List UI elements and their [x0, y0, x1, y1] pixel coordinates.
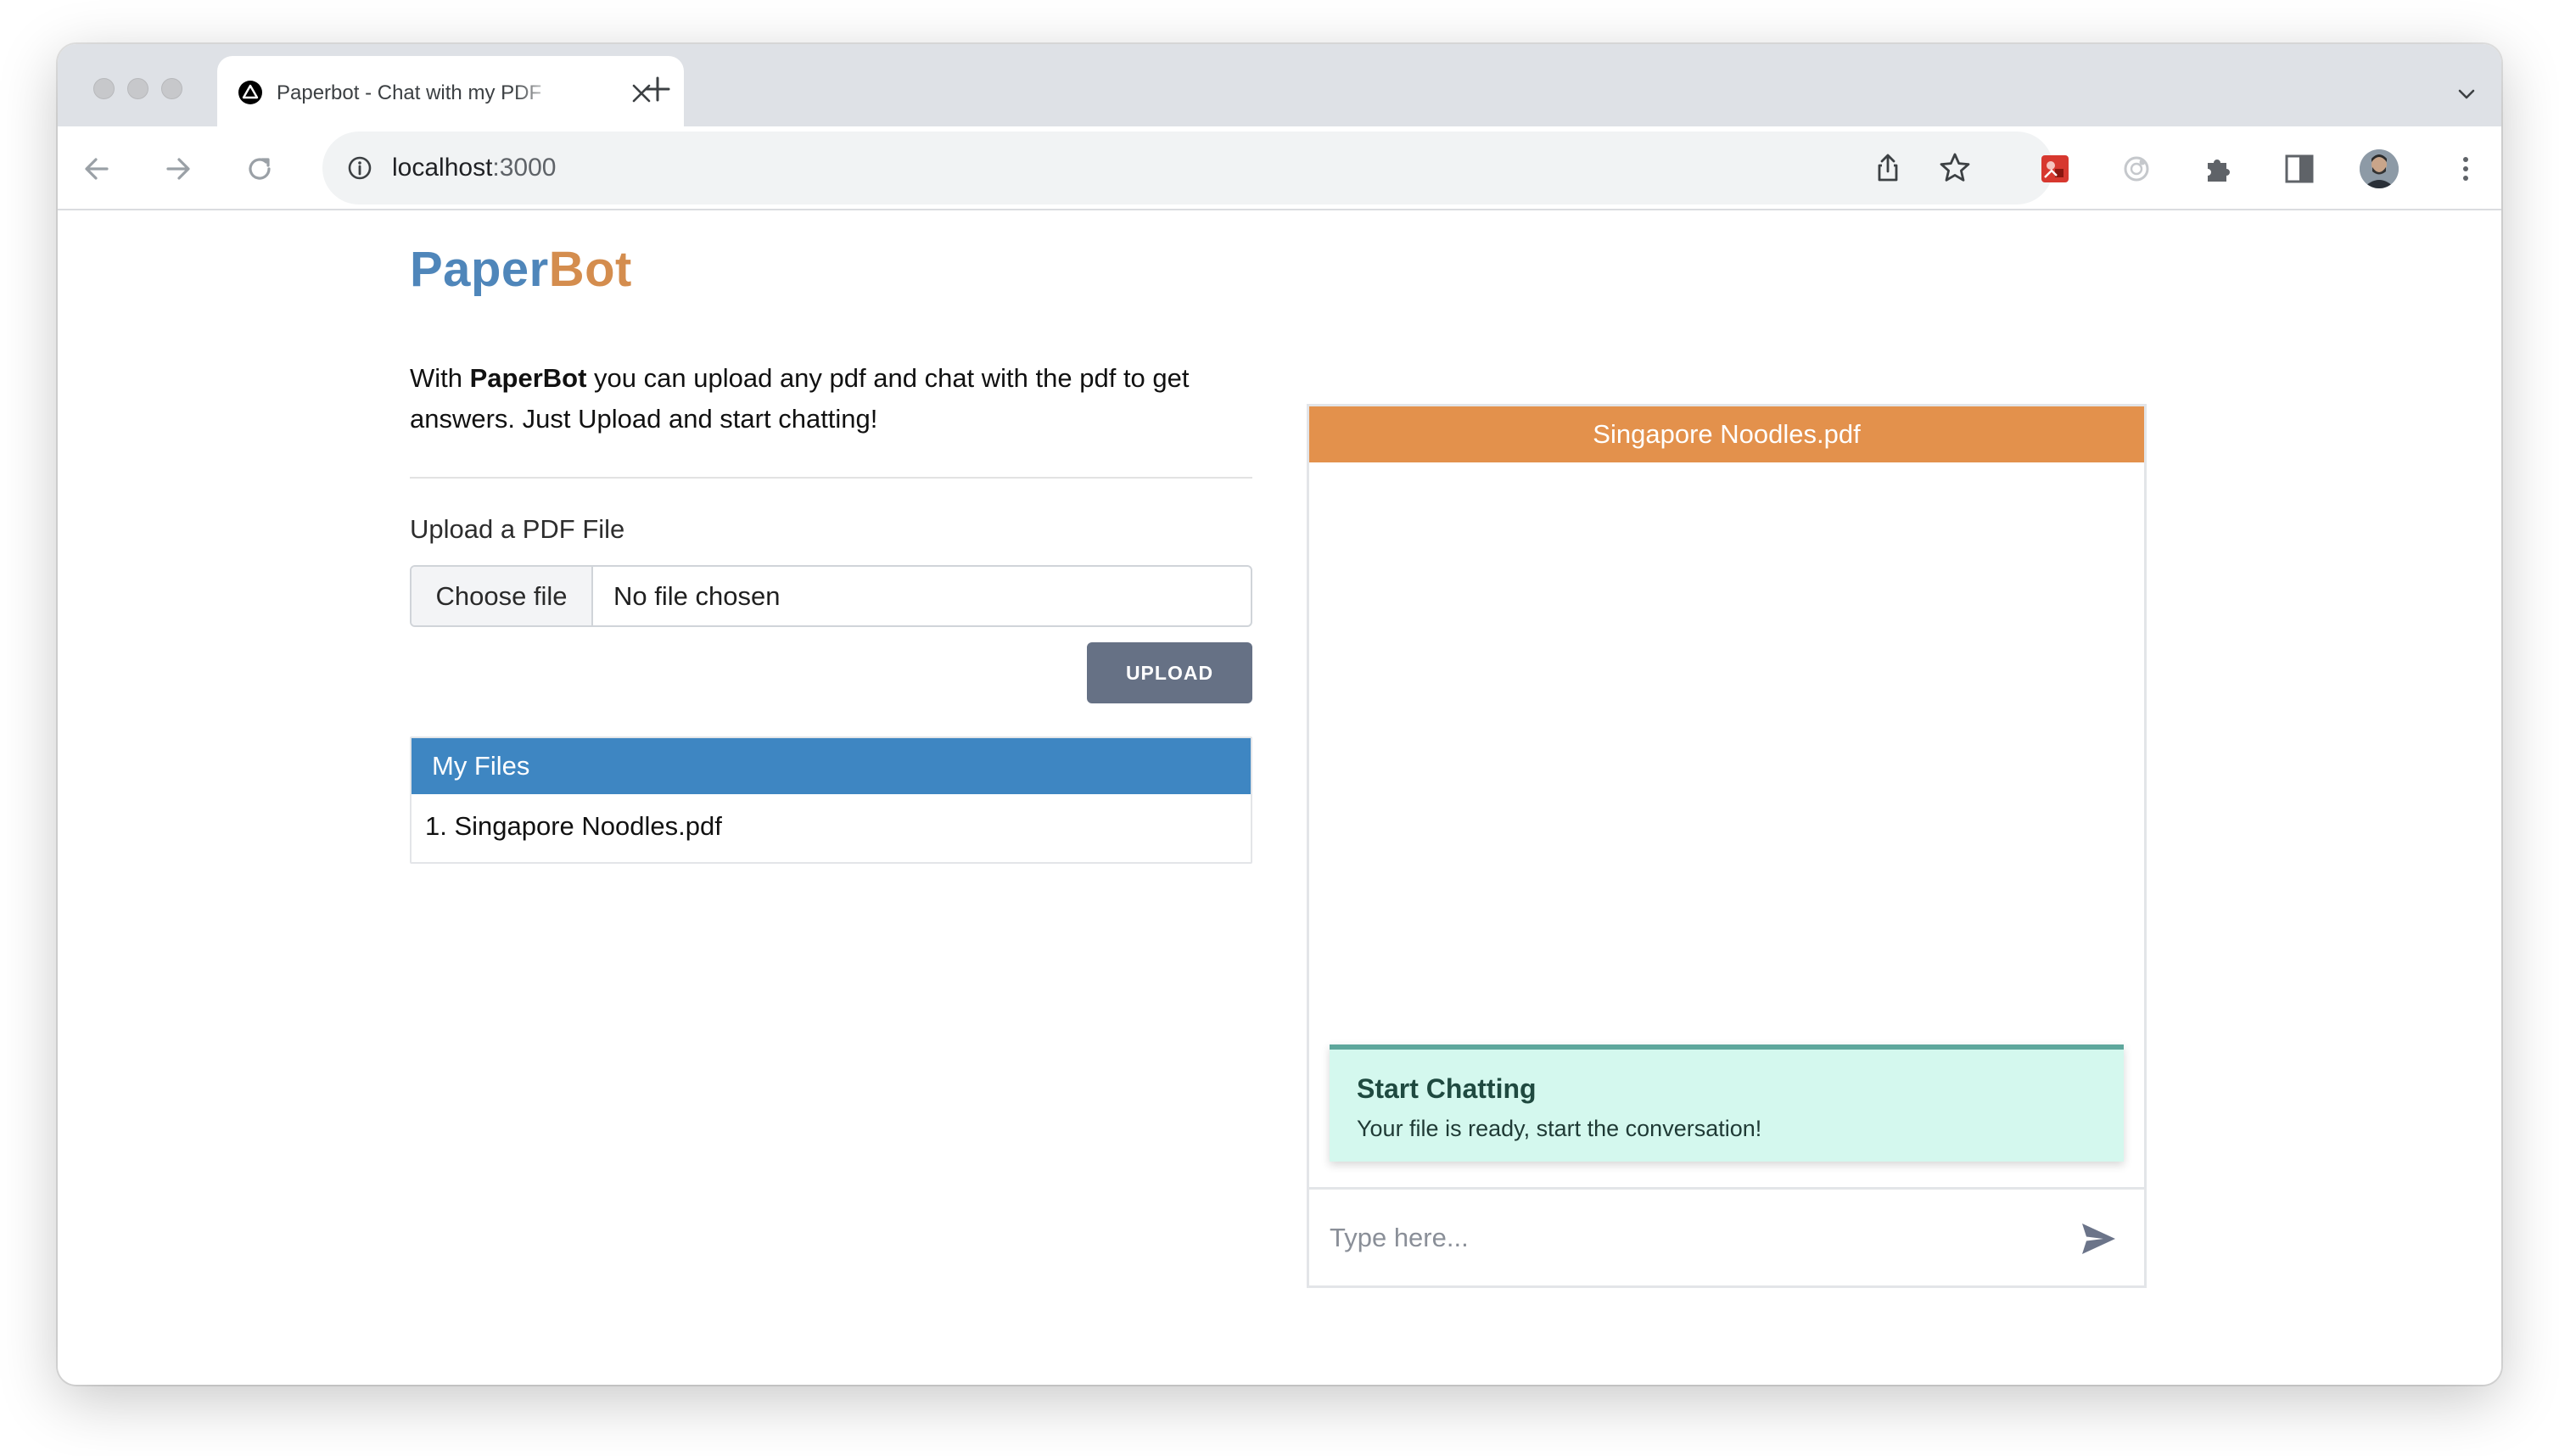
logo-part-bot: Bot: [548, 242, 632, 297]
browser-window: Paperbot - Chat with my PDF localhost:30…: [58, 44, 2501, 1385]
chat-input[interactable]: [1330, 1213, 2051, 1263]
reload-icon[interactable]: [243, 152, 277, 186]
share-icon[interactable]: [1872, 152, 1904, 184]
triangle-logo-icon: [238, 81, 262, 104]
tab-title: Paperbot - Chat with my PDF: [277, 81, 542, 104]
browser-toolbar: localhost:3000: [58, 126, 2501, 210]
file-status: No file chosen: [613, 581, 781, 611]
minimize-window-button[interactable]: [127, 78, 148, 99]
url-port: :3000: [492, 154, 557, 182]
kebab-menu-icon[interactable]: [2449, 152, 2483, 186]
page-content: PaperBot With PaperBot you can upload an…: [58, 212, 2501, 1385]
circle-extension-icon[interactable]: [2119, 152, 2153, 186]
arrow-right-icon[interactable]: [161, 152, 195, 186]
star-icon[interactable]: [1938, 151, 1972, 185]
arrow-left-icon[interactable]: [80, 152, 114, 186]
upload-button[interactable]: UPLOAD: [1087, 642, 1252, 703]
my-files-header: My Files: [412, 738, 1251, 794]
file-input[interactable]: Choose file No file chosen: [410, 565, 1252, 627]
address-bar[interactable]: localhost:3000: [322, 132, 2053, 204]
tab-strip: Paperbot - Chat with my PDF: [58, 44, 2501, 127]
info-icon[interactable]: [346, 154, 373, 182]
notice-title: Start Chatting: [1357, 1073, 1537, 1104]
intro-text: With PaperBot you can upload any pdf and…: [410, 358, 1258, 440]
section-divider: [410, 477, 1252, 479]
maximize-window-button[interactable]: [161, 78, 182, 99]
upload-label: Upload a PDF File: [410, 514, 625, 544]
start-chatting-notice: Start Chatting Your file is ready, start…: [1330, 1044, 2124, 1162]
side-panel-icon[interactable]: [2282, 152, 2316, 186]
intro-prefix: With: [410, 363, 470, 393]
url-text[interactable]: localhost:3000: [392, 150, 556, 186]
chat-input-area: [1309, 1187, 2144, 1288]
browser-tab[interactable]: Paperbot - Chat with my PDF: [217, 56, 684, 127]
chat-panel: Singapore Noodles.pdf Start Chatting You…: [1307, 404, 2147, 1288]
new-tab-icon[interactable]: [643, 75, 672, 104]
avatar[interactable]: [2359, 148, 2399, 189]
send-icon[interactable]: [2078, 1218, 2119, 1259]
app-logo[interactable]: PaperBot: [410, 241, 632, 298]
logo-part-paper: Paper: [410, 242, 549, 297]
intro-brand: PaperBot: [469, 363, 587, 393]
chevron-down-icon[interactable]: [2455, 83, 2478, 105]
choose-file-button[interactable]: Choose file: [412, 567, 593, 625]
my-files-panel: My Files 1. Singapore Noodles.pdf: [410, 736, 1252, 864]
list-item[interactable]: 1. Singapore Noodles.pdf: [425, 811, 722, 842]
notice-body: Your file is ready, start the conversati…: [1357, 1116, 1762, 1141]
chat-title: Singapore Noodles.pdf: [1309, 406, 2144, 462]
red-extension-icon[interactable]: [2038, 152, 2072, 186]
url-host: localhost: [392, 154, 493, 182]
close-window-button[interactable]: [93, 78, 115, 99]
puzzle-icon[interactable]: [2201, 152, 2235, 186]
